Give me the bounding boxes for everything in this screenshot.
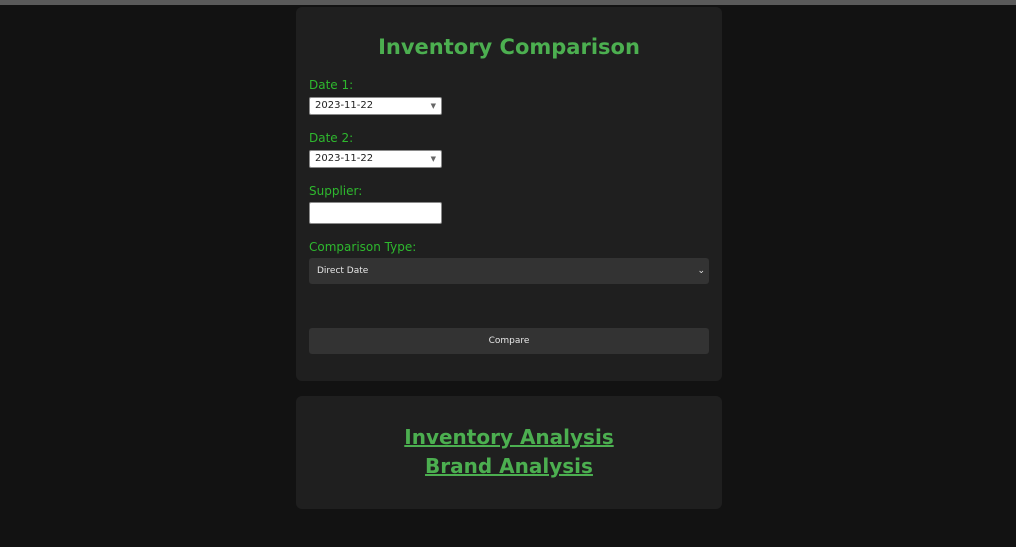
brand-analysis-link[interactable]: Brand Analysis <box>296 454 722 478</box>
date2-label: Date 2: <box>309 131 354 145</box>
comparison-type-selected: Direct Date <box>317 266 369 276</box>
supplier-input[interactable] <box>309 202 442 224</box>
dropdown-arrow-icon: ▼ <box>430 155 436 163</box>
browser-top-bar <box>0 0 1016 5</box>
compare-button[interactable]: Compare <box>309 328 709 354</box>
comparison-type-label: Comparison Type: <box>309 240 417 254</box>
date2-input[interactable]: 2023-11-22 ▼ <box>309 150 442 168</box>
chevron-down-icon: ⌄ <box>697 266 705 276</box>
dropdown-arrow-icon: ▼ <box>430 102 436 110</box>
page-title: Inventory Comparison <box>378 35 640 59</box>
supplier-label: Supplier: <box>309 184 363 198</box>
comparison-type-select[interactable]: Direct Date ⌄ <box>309 258 709 284</box>
comparison-form-card: Inventory Comparison Date 1: 2023-11-22 … <box>296 7 722 381</box>
inventory-analysis-link[interactable]: Inventory Analysis <box>296 425 722 449</box>
date1-label: Date 1: <box>309 78 354 92</box>
date2-value: 2023-11-22 <box>315 153 374 164</box>
date1-input[interactable]: 2023-11-22 ▼ <box>309 97 442 115</box>
analysis-links-card: Inventory Analysis Brand Analysis <box>296 396 722 509</box>
date1-value: 2023-11-22 <box>315 100 374 111</box>
